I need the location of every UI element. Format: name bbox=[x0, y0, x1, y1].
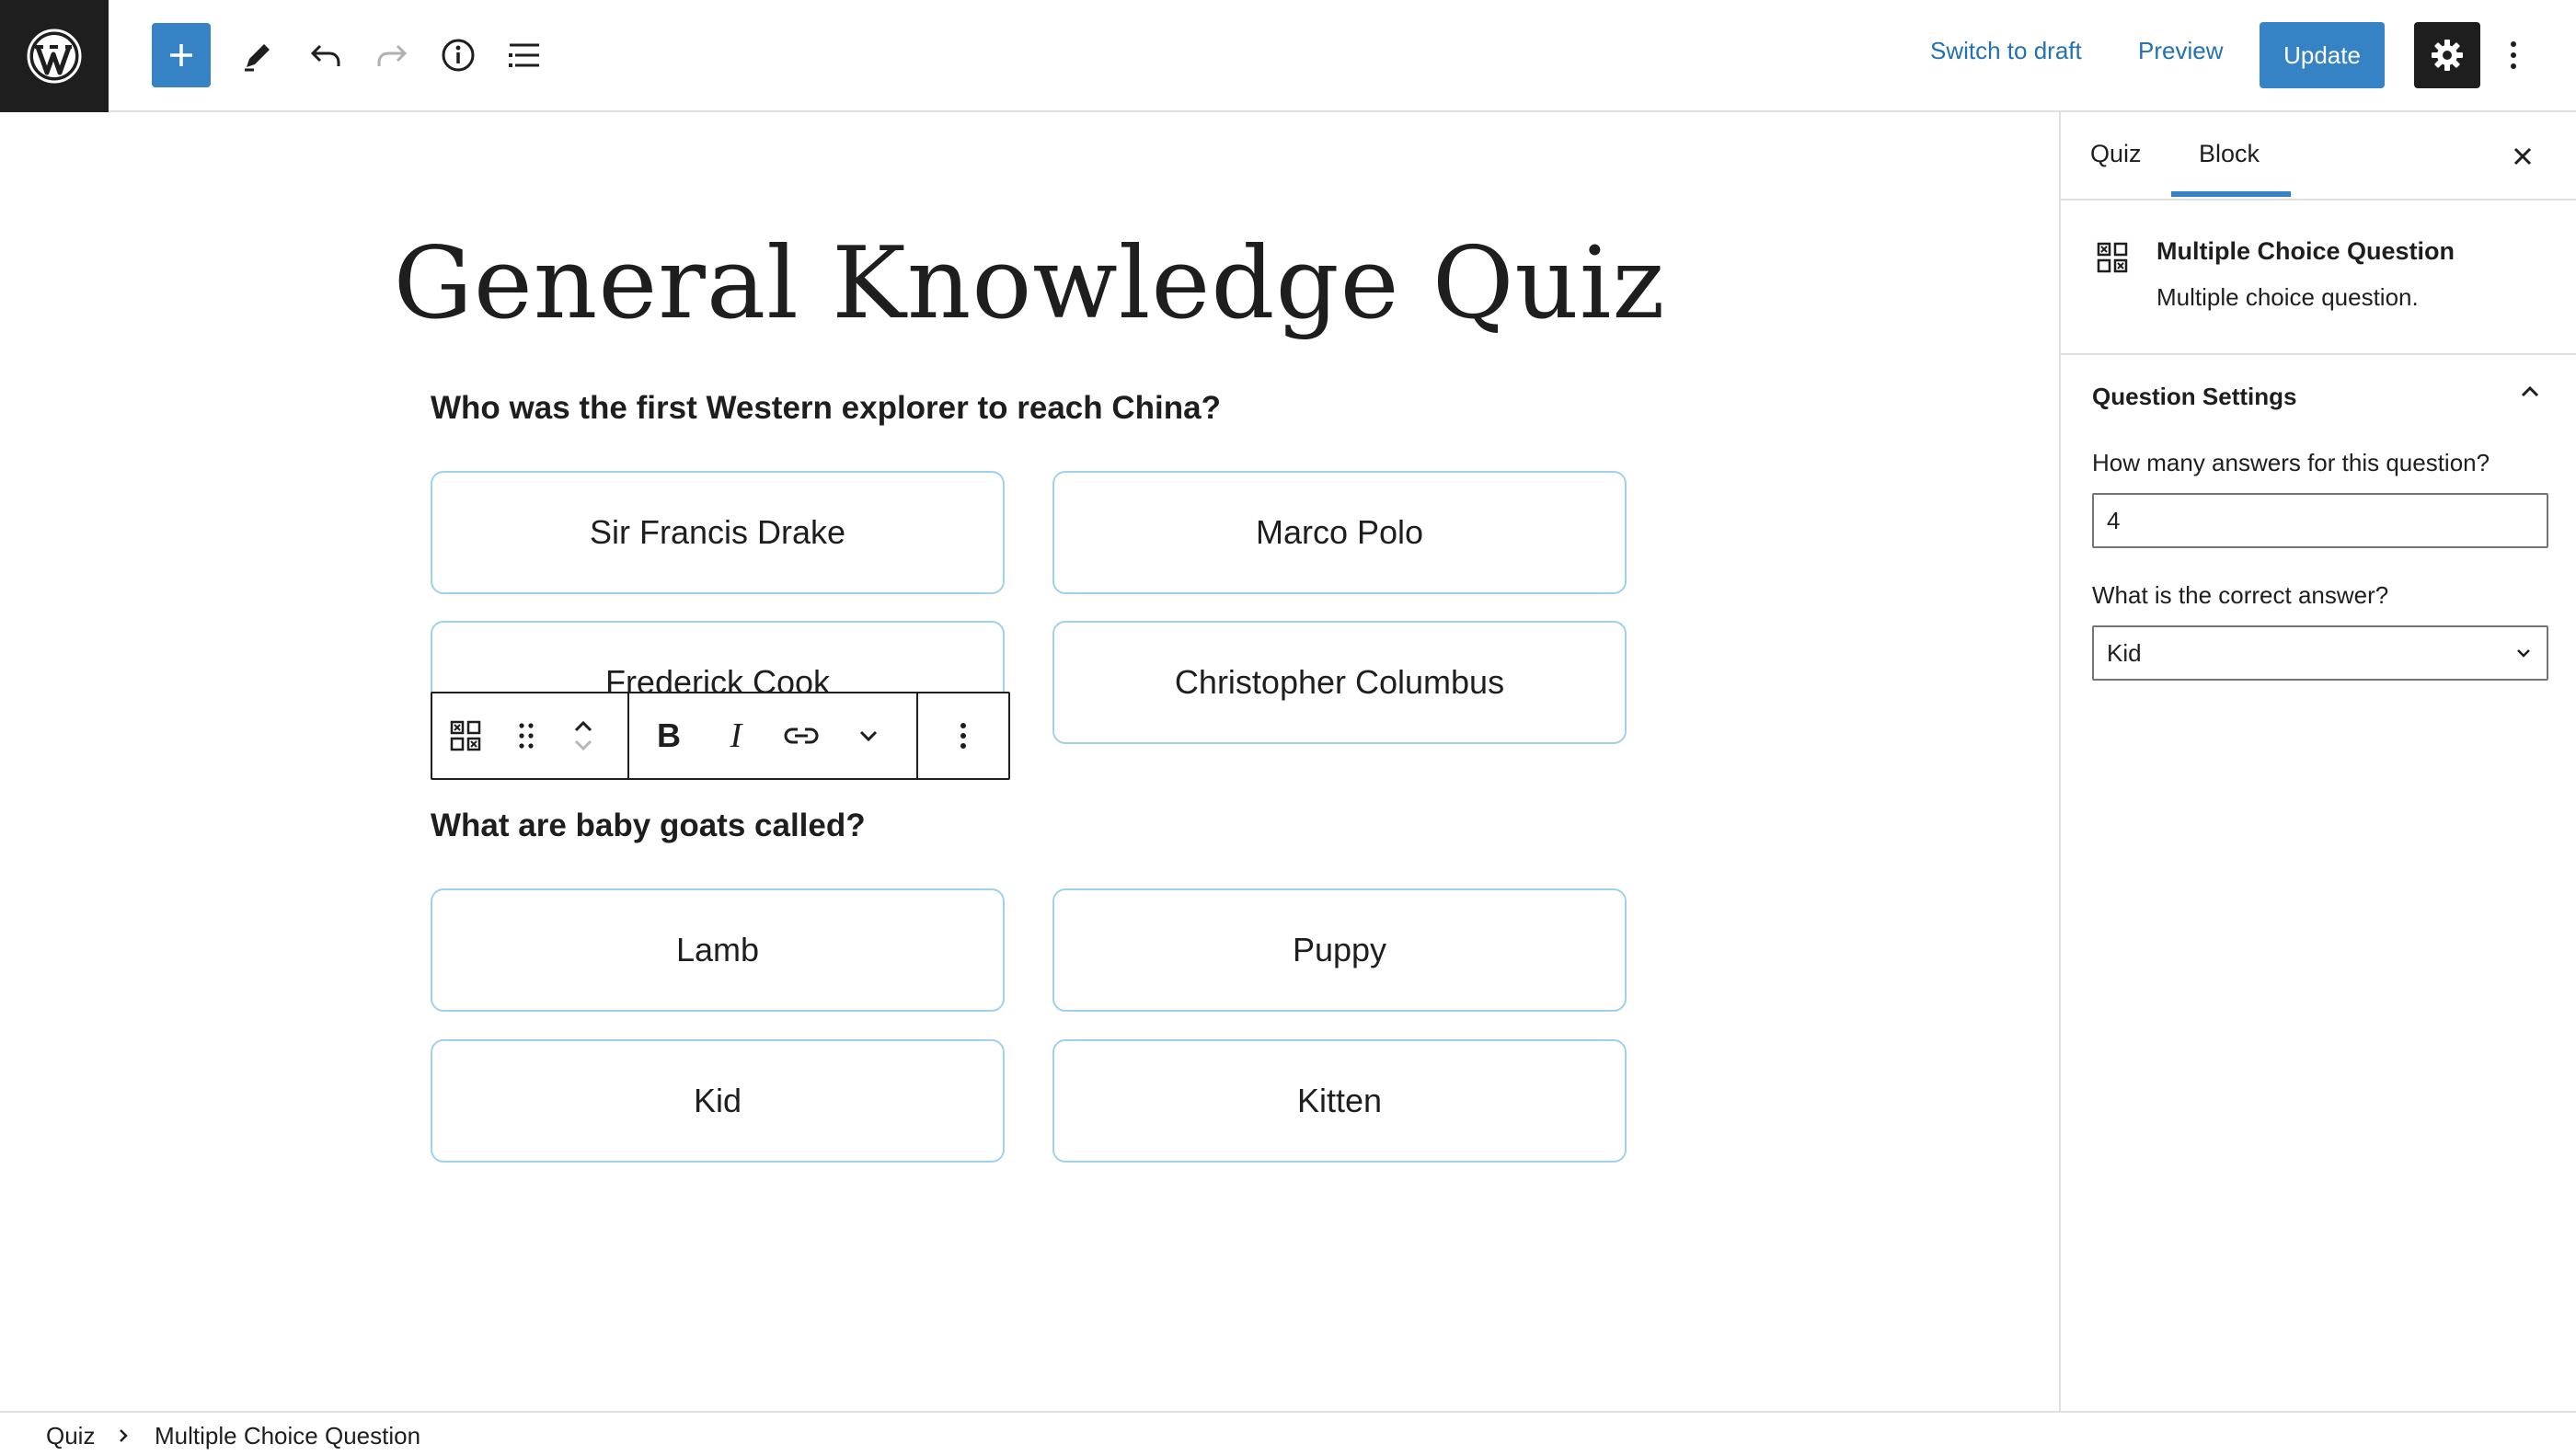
answer-option[interactable]: Lamb bbox=[431, 888, 1005, 1012]
undo-button[interactable] bbox=[296, 23, 355, 87]
tools-button[interactable] bbox=[228, 23, 287, 87]
pencil-icon bbox=[245, 44, 270, 72]
editor-header: Switch to draft Preview Update bbox=[0, 0, 2576, 112]
italic-button[interactable]: I bbox=[708, 693, 764, 778]
more-vertical-icon bbox=[2511, 41, 2516, 69]
close-icon bbox=[2513, 147, 2532, 166]
answer-option[interactable]: Kid bbox=[431, 1039, 1005, 1163]
breadcrumb-item-quiz[interactable]: Quiz bbox=[46, 1422, 95, 1450]
answer-option[interactable]: Kitten bbox=[1052, 1039, 1627, 1163]
block-toolbar: B I bbox=[431, 692, 1010, 780]
info-icon bbox=[442, 39, 475, 72]
chevron-down-icon bbox=[859, 730, 878, 742]
add-block-button[interactable] bbox=[152, 23, 211, 87]
correct-answer-label: What is the correct answer? bbox=[2092, 581, 2389, 609]
more-vertical-icon bbox=[960, 723, 966, 749]
chevron-up-icon[interactable] bbox=[570, 717, 596, 736]
options-button[interactable] bbox=[2495, 22, 2532, 88]
panel-title-question-settings[interactable]: Question Settings bbox=[2092, 383, 2296, 411]
answers-count-label: How many answers for this question? bbox=[2092, 449, 2490, 476]
undo-icon bbox=[310, 44, 340, 66]
breadcrumb-item-block[interactable]: Multiple Choice Question bbox=[155, 1422, 420, 1450]
bold-button[interactable]: B bbox=[629, 693, 708, 778]
editor-canvas: General Knowledge Quiz Who was the first… bbox=[0, 112, 2059, 1411]
link-button[interactable] bbox=[764, 693, 839, 778]
chevron-down-icon bbox=[2517, 649, 2530, 658]
breadcrumb: Quiz Multiple Choice Question bbox=[0, 1411, 2576, 1455]
more-formats-button[interactable] bbox=[839, 693, 898, 778]
switch-to-draft-button[interactable]: Switch to draft bbox=[1930, 37, 2082, 65]
settings-sidebar: Quiz Block Multiple Choice Question Mult… bbox=[2059, 112, 2576, 1411]
question-text[interactable]: What are baby goats called? bbox=[431, 808, 866, 844]
multiple-choice-icon bbox=[450, 720, 481, 751]
answer-option[interactable]: Christopher Columbus bbox=[1052, 621, 1627, 744]
question-text[interactable]: Who was the first Western explorer to re… bbox=[431, 390, 1221, 427]
block-options-button[interactable] bbox=[918, 693, 1008, 778]
answer-option[interactable]: Sir Francis Drake bbox=[431, 471, 1005, 594]
tab-quiz[interactable]: Quiz bbox=[2090, 140, 2142, 168]
redo-button[interactable] bbox=[362, 23, 421, 87]
correct-answer-value: Kid bbox=[2107, 638, 2142, 667]
answer-option[interactable]: Puppy bbox=[1052, 888, 1627, 1012]
sidebar-tabs: Quiz Block bbox=[2061, 112, 2576, 200]
link-icon bbox=[784, 728, 819, 744]
redo-icon bbox=[377, 44, 408, 66]
chevron-down-icon[interactable] bbox=[570, 736, 596, 754]
answer-option[interactable]: Marco Polo bbox=[1052, 471, 1627, 594]
settings-button[interactable] bbox=[2414, 22, 2480, 88]
list-view-icon bbox=[509, 43, 539, 67]
block-card-description: Multiple choice question. bbox=[2156, 283, 2419, 311]
move-buttons[interactable] bbox=[554, 693, 613, 778]
details-button[interactable] bbox=[429, 23, 488, 87]
block-card-title: Multiple Choice Question bbox=[2156, 237, 2455, 265]
page-title[interactable]: General Knowledge Quiz bbox=[0, 226, 2059, 341]
wordpress-logo[interactable] bbox=[0, 0, 109, 112]
multiple-choice-icon bbox=[2097, 242, 2128, 273]
drag-handle[interactable] bbox=[499, 693, 554, 778]
preview-button[interactable]: Preview bbox=[2138, 37, 2223, 65]
block-toolbar-group-format: B I bbox=[629, 693, 918, 778]
tab-block[interactable]: Block bbox=[2199, 140, 2260, 168]
plus-icon bbox=[170, 44, 192, 66]
wordpress-icon bbox=[27, 29, 82, 84]
update-button[interactable]: Update bbox=[2260, 22, 2385, 88]
active-tab-indicator bbox=[2171, 191, 2291, 197]
list-view-button[interactable] bbox=[495, 23, 554, 87]
correct-answer-select[interactable]: Kid bbox=[2092, 625, 2548, 681]
answers-count-field[interactable]: 4 bbox=[2092, 493, 2548, 548]
panel-toggle-button[interactable] bbox=[2517, 379, 2543, 409]
block-card: Multiple Choice Question Multiple choice… bbox=[2061, 200, 2576, 355]
gear-icon bbox=[2432, 40, 2463, 71]
block-type-button[interactable] bbox=[432, 693, 499, 778]
block-toolbar-group-options bbox=[918, 693, 1008, 778]
drag-handle-icon bbox=[519, 723, 534, 749]
block-toolbar-group-block bbox=[432, 693, 629, 778]
chevron-up-icon bbox=[2521, 385, 2539, 397]
close-sidebar-button[interactable] bbox=[2501, 134, 2545, 178]
chevron-right-icon bbox=[120, 1429, 128, 1442]
